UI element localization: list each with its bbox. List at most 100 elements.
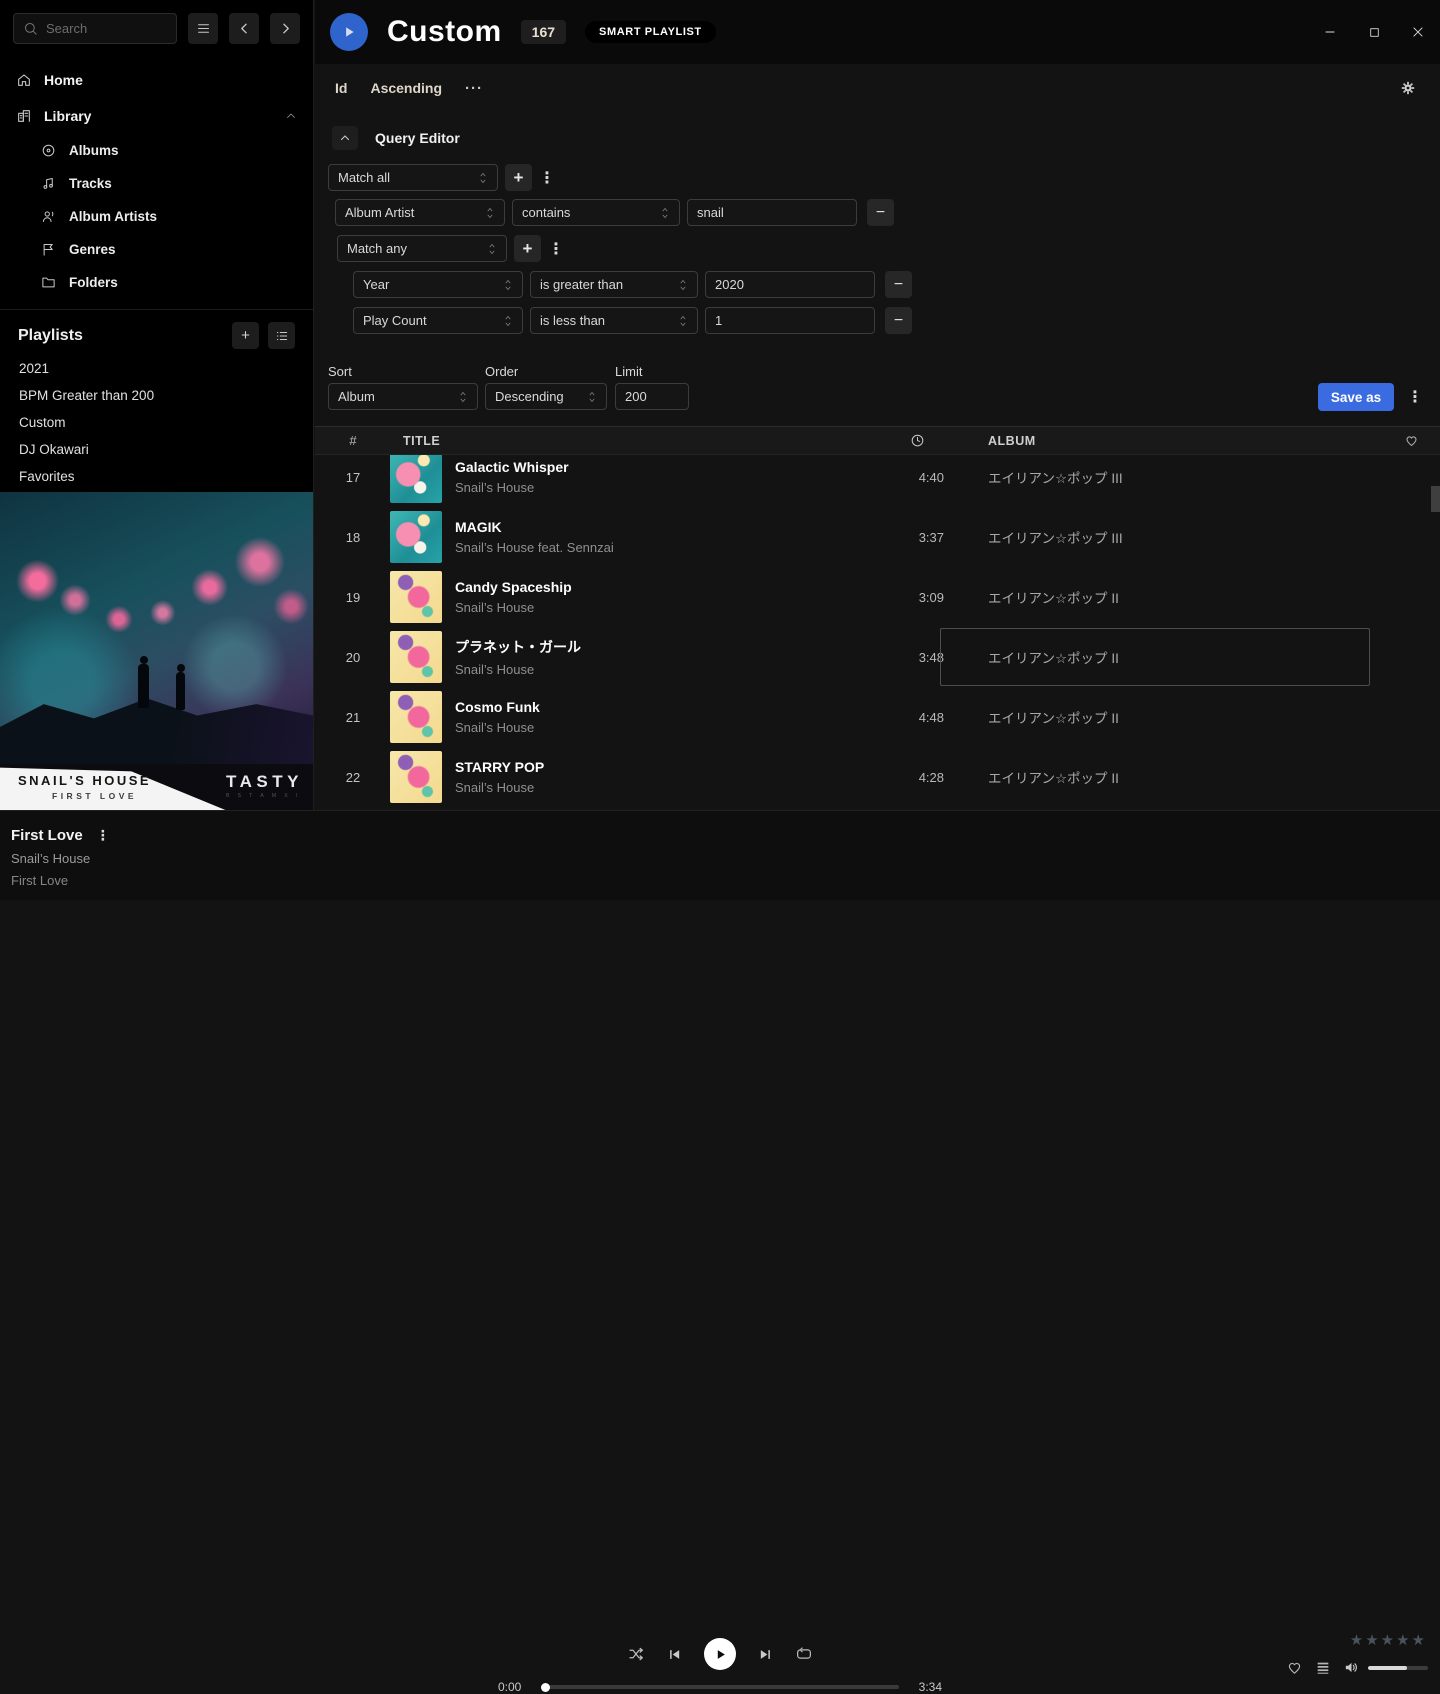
select-caret-icon xyxy=(660,206,670,220)
next-track-button[interactable] xyxy=(758,1647,773,1662)
playlist-item[interactable]: DJ Okawari xyxy=(0,436,313,463)
select-caret-icon xyxy=(458,390,468,404)
add-rule-button[interactable]: + xyxy=(514,235,541,262)
rule-operator-select[interactable]: is greater than xyxy=(530,271,698,298)
progress-section: 0:00 3:34 xyxy=(498,1680,942,1694)
previous-track-button[interactable] xyxy=(667,1647,682,1662)
track-album[interactable]: エイリアン☆ポップ III xyxy=(952,455,1382,507)
playlist-item[interactable]: BPM Greater than 200 xyxy=(0,382,313,409)
remove-rule-button[interactable]: − xyxy=(867,199,894,226)
remove-rule-button[interactable]: − xyxy=(885,307,912,334)
select-value: contains xyxy=(522,205,570,220)
rule-field-select[interactable]: Album Artist xyxy=(335,199,505,226)
settings-gear-button[interactable] xyxy=(1400,80,1416,96)
column-header-title[interactable]: TITLE xyxy=(403,434,882,448)
star-icon[interactable]: ★ xyxy=(1381,1631,1394,1649)
rule-operator-select[interactable]: contains xyxy=(512,199,680,226)
track-row[interactable]: 22 STARRY POP Snail’s House 4:28 エイリアン☆ポ… xyxy=(315,747,1440,807)
track-title-block: Cosmo Funk Snail’s House xyxy=(455,699,882,735)
scrollbar-thumb[interactable] xyxy=(1431,486,1440,512)
rating-stars[interactable]: ★ ★ ★ ★ ★ xyxy=(1350,1631,1425,1649)
star-icon[interactable]: ★ xyxy=(1396,1631,1409,1649)
track-album[interactable]: エイリアン☆ポップ II xyxy=(952,627,1382,687)
add-playlist-button[interactable]: + xyxy=(232,322,259,349)
column-header-duration[interactable] xyxy=(882,433,952,448)
playlist-item[interactable]: 2021 xyxy=(0,355,313,382)
now-playing-album[interactable]: First Love xyxy=(11,873,111,888)
queue-button[interactable] xyxy=(1315,1660,1331,1676)
track-album-text: エイリアン☆ポップ III xyxy=(988,467,1123,487)
volume-slider[interactable] xyxy=(1368,1666,1428,1670)
sidebar-item-genres[interactable]: Genres xyxy=(41,233,313,266)
sort-field-button[interactable]: Id xyxy=(335,80,347,96)
skip-next-icon xyxy=(758,1647,773,1662)
group-options-button[interactable]: ⋮ xyxy=(548,239,564,259)
rule-value-input[interactable]: 1 xyxy=(705,307,875,334)
sidebar-item-album-artists[interactable]: Album Artists xyxy=(41,200,313,233)
save-as-button[interactable]: Save as xyxy=(1318,383,1394,411)
track-album[interactable]: エイリアン☆ポップ II xyxy=(952,567,1382,627)
limit-input[interactable]: 200 xyxy=(615,383,689,410)
shuffle-button[interactable] xyxy=(627,1645,645,1663)
search-input[interactable] xyxy=(46,21,156,36)
star-icon[interactable]: ★ xyxy=(1365,1631,1378,1649)
playlist-list-button[interactable] xyxy=(268,322,295,349)
now-playing-album-art[interactable]: SNAIL'S HOUSE FIRST LOVE TASTY B S T A M… xyxy=(0,492,313,810)
sort-direction-button[interactable]: Ascending xyxy=(370,80,442,96)
rule-field-select[interactable]: Play Count xyxy=(353,307,523,334)
sidebar-item-label: Genres xyxy=(69,242,116,257)
track-album[interactable]: エイリアン☆ポップ II xyxy=(952,687,1382,747)
rule-value-input[interactable]: 2020 xyxy=(705,271,875,298)
nav-back-button[interactable] xyxy=(229,13,259,44)
nav-forward-button[interactable] xyxy=(270,13,300,44)
track-row[interactable]: 21 Cosmo Funk Snail’s House 4:48 エイリアン☆ポ… xyxy=(315,687,1440,747)
rule-field-select[interactable]: Year xyxy=(353,271,523,298)
repeat-button[interactable] xyxy=(795,1645,813,1663)
column-header-number[interactable]: # xyxy=(327,433,379,448)
rule-operator-select[interactable]: is less than xyxy=(530,307,698,334)
order-select[interactable]: Descending xyxy=(485,383,607,410)
search-box[interactable] xyxy=(13,13,177,44)
track-album[interactable]: エイリアン☆ポップ III xyxy=(952,507,1382,567)
sidebar-item-home[interactable]: Home xyxy=(0,62,313,98)
volume-button[interactable] xyxy=(1343,1659,1360,1676)
sidebar-item-folders[interactable]: Folders xyxy=(41,266,313,299)
save-options-button[interactable]: ⋮ xyxy=(1403,383,1427,411)
now-playing-options-button[interactable]: ⋮ xyxy=(95,827,111,844)
sort-select[interactable]: Album xyxy=(328,383,478,410)
star-icon[interactable]: ★ xyxy=(1412,1631,1425,1649)
collapse-query-editor-button[interactable] xyxy=(332,126,358,150)
seek-slider-knob[interactable] xyxy=(541,1683,550,1692)
remove-rule-button[interactable]: − xyxy=(885,271,912,298)
favorite-button[interactable] xyxy=(1286,1659,1303,1676)
add-rule-button[interactable]: + xyxy=(505,164,532,191)
match-type-select[interactable]: Match all xyxy=(328,164,498,191)
menu-button[interactable] xyxy=(188,13,218,44)
more-options-button[interactable]: ··· xyxy=(465,80,483,97)
track-album[interactable]: エイリアン☆ポップ II xyxy=(952,747,1382,807)
chevron-up-icon[interactable] xyxy=(285,110,297,122)
play-pause-button[interactable] xyxy=(704,1638,736,1670)
column-header-favorite[interactable] xyxy=(1382,433,1440,448)
playlist-item[interactable]: Favorites xyxy=(0,463,313,490)
window-close-button[interactable] xyxy=(1410,24,1426,40)
group-options-button[interactable]: ⋮ xyxy=(539,168,555,188)
window-minimize-button[interactable] xyxy=(1322,24,1338,40)
track-row[interactable]: 17 Galactic Whisper Snail’s House 4:40 エ… xyxy=(315,455,1440,507)
sidebar-item-library[interactable]: Library xyxy=(0,98,313,134)
rule-value-input[interactable]: snail xyxy=(687,199,857,226)
sidebar-item-tracks[interactable]: Tracks xyxy=(41,167,313,200)
seek-slider[interactable] xyxy=(541,1685,899,1689)
match-type-select[interactable]: Match any xyxy=(337,235,507,262)
track-row[interactable]: 19 Candy Spaceship Snail’s House 3:09 エイ… xyxy=(315,567,1440,627)
window-maximize-button[interactable] xyxy=(1366,24,1382,40)
track-row[interactable]: 18 MAGIK Snail’s House feat. Sennzai 3:3… xyxy=(315,507,1440,567)
play-playlist-button[interactable] xyxy=(330,13,368,51)
track-row[interactable]: 20 プラネット・ガール Snail’s House 3:48 エイリアン☆ポッ… xyxy=(315,627,1440,687)
playlist-item[interactable]: Custom xyxy=(0,409,313,436)
now-playing-artist[interactable]: Snail’s House xyxy=(11,851,111,866)
list-icon xyxy=(275,329,289,343)
star-icon[interactable]: ★ xyxy=(1350,1631,1363,1649)
sidebar-item-albums[interactable]: Albums xyxy=(41,134,313,167)
column-header-album[interactable]: ALBUM xyxy=(952,427,1382,454)
